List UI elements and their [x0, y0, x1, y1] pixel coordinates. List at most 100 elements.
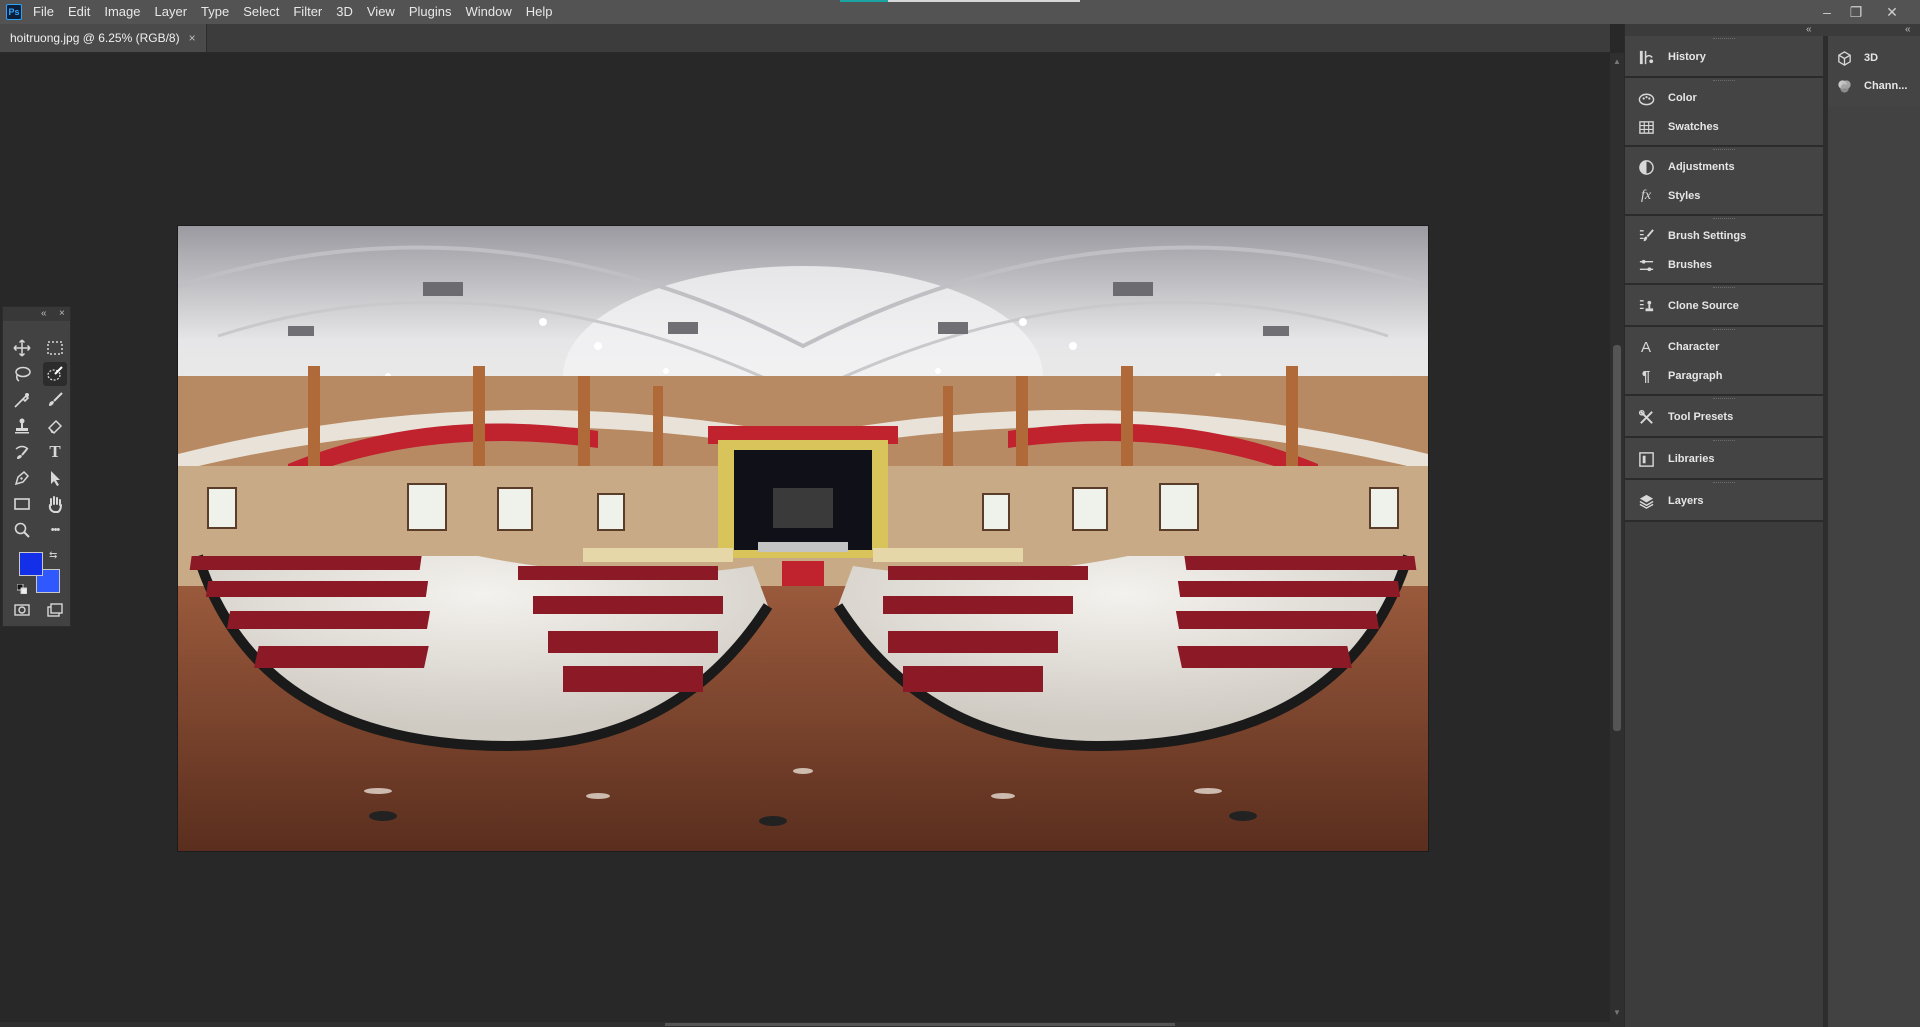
move-tool[interactable]	[10, 336, 34, 360]
panel-color-label: Color	[1668, 92, 1697, 104]
scroll-down-icon[interactable]: ▼	[1612, 1008, 1622, 1018]
panel-layers[interactable]: Layers	[1625, 487, 1823, 515]
type-icon: T	[49, 442, 61, 461]
document-tab[interactable]: hoitruong.jpg @ 6.25% (RGB/8) ×	[0, 24, 207, 52]
panel-history-label: History	[1668, 51, 1706, 63]
clone-source-icon	[1639, 299, 1653, 311]
panel-libraries-label: Libraries	[1668, 453, 1715, 465]
panel-history[interactable]: History	[1625, 43, 1823, 71]
document-tab-bar: hoitruong.jpg @ 6.25% (RGB/8) ×	[0, 24, 1610, 53]
foreground-color-swatch[interactable]	[19, 552, 43, 576]
menu-plugins[interactable]: Plugins	[402, 0, 459, 24]
menu-filter[interactable]: Filter	[286, 0, 329, 24]
rectangle-tool[interactable]	[10, 492, 34, 516]
quick-selection-tool[interactable]	[43, 362, 67, 386]
tools-panel: « × T ••• ⇆	[2, 306, 71, 627]
hand-tool[interactable]	[43, 492, 67, 516]
close-tab-icon[interactable]: ×	[189, 31, 196, 45]
panel-layers-label: Layers	[1668, 495, 1704, 507]
swap-colors-icon[interactable]: ⇆	[49, 550, 57, 561]
menu-3d[interactable]: 3D	[329, 0, 360, 24]
menu-type[interactable]: Type	[194, 0, 236, 24]
more-tools[interactable]: •••	[43, 518, 67, 542]
menu-edit[interactable]: Edit	[61, 0, 97, 24]
panel-tool-presets[interactable]: Tool Presets	[1625, 403, 1823, 431]
rectangular-marquee-tool[interactable]	[43, 336, 67, 360]
channels-icon	[1837, 79, 1851, 93]
panel-clone-source[interactable]: Clone Source	[1625, 292, 1823, 320]
eyedropper-icon	[14, 393, 30, 408]
document-image[interactable]	[178, 226, 1428, 851]
panel-brush-settings[interactable]: Brush Settings	[1625, 222, 1823, 250]
panel-group-adjustments: Adjustments fx Styles	[1625, 147, 1823, 216]
panel-swatches-label: Swatches	[1668, 121, 1719, 133]
screen-mode[interactable]	[43, 598, 67, 622]
path-selection-tool[interactable]	[43, 466, 67, 490]
hand-icon	[48, 496, 62, 513]
lasso-icon	[15, 366, 31, 382]
vertical-scrollbar[interactable]: ▲ ▼	[1610, 53, 1624, 1022]
cube-icon	[1837, 50, 1851, 66]
horizontal-scroll-thumb[interactable]	[665, 1023, 1175, 1026]
document-tab-title: hoitruong.jpg @ 6.25% (RGB/8)	[10, 31, 180, 45]
horizontal-scrollbar[interactable]	[0, 1022, 1624, 1027]
photoshop-logo-icon: Ps	[6, 4, 22, 20]
panel-group-color: Color Swatches	[1625, 78, 1823, 147]
tool-presets-icon	[1638, 409, 1653, 424]
panel-character[interactable]: A Character	[1625, 333, 1823, 361]
ellipsis-icon: •••	[50, 524, 61, 536]
menu-help[interactable]: Help	[519, 0, 560, 24]
panel-styles[interactable]: fx Styles	[1625, 182, 1823, 210]
panel-libraries[interactable]: Libraries	[1625, 445, 1823, 473]
panel-color[interactable]: Color	[1625, 84, 1823, 112]
panel-swatches[interactable]: Swatches	[1625, 113, 1823, 141]
panorama-photo	[178, 226, 1428, 851]
panel-paragraph[interactable]: ¶ Paragraph	[1625, 362, 1823, 390]
vertical-scroll-thumb[interactable]	[1613, 345, 1621, 731]
history-brush-tool[interactable]	[10, 440, 34, 464]
quick-mask-icon	[14, 604, 30, 616]
close-window-button[interactable]: ✕	[1878, 0, 1906, 24]
close-tools-icon[interactable]: ×	[59, 307, 65, 321]
quick-mask-mode[interactable]	[10, 598, 34, 622]
menu-window[interactable]: Window	[458, 0, 518, 24]
panel-adjustments[interactable]: Adjustments	[1625, 153, 1823, 181]
restore-button[interactable]: ❐	[1842, 0, 1870, 24]
lasso-tool[interactable]	[10, 362, 34, 386]
panel-3d[interactable]: 3D	[1828, 44, 1920, 72]
panel-group-libraries: Libraries	[1625, 438, 1823, 480]
panel-paragraph-label: Paragraph	[1668, 370, 1723, 382]
panel-channels[interactable]: Chann...	[1828, 72, 1920, 100]
eraser-tool[interactable]	[43, 414, 67, 438]
menu-view[interactable]: View	[360, 0, 402, 24]
menu-select[interactable]: Select	[236, 0, 286, 24]
menu-image[interactable]: Image	[97, 0, 147, 24]
collapse-side-panels-icon[interactable]: «	[1905, 24, 1911, 35]
default-colors-icon[interactable]	[17, 584, 27, 594]
quick-selection-icon	[47, 366, 63, 381]
scroll-up-icon[interactable]: ▲	[1612, 57, 1622, 67]
panel-brushes[interactable]: Brushes	[1625, 251, 1823, 279]
brush-tool[interactable]	[43, 388, 67, 412]
collapse-panels-icon[interactable]: «	[1806, 24, 1812, 35]
menu-layer[interactable]: Layer	[148, 0, 195, 24]
panel-adjustments-label: Adjustments	[1668, 161, 1735, 173]
clone-stamp-tool[interactable]	[10, 414, 34, 438]
pen-icon	[14, 470, 30, 486]
type-tool[interactable]: T	[43, 440, 67, 464]
zoom-tool[interactable]	[10, 518, 34, 542]
progress-indicator	[840, 0, 1080, 2]
swatches-grid-icon	[1638, 120, 1654, 134]
move-icon	[13, 339, 31, 357]
panel-group-3d: 3D Chann...	[1828, 36, 1920, 106]
pen-tool[interactable]	[10, 466, 34, 490]
panel-group-layers: Layers	[1625, 480, 1823, 522]
menu-file[interactable]: File	[26, 0, 61, 24]
eyedropper-tool[interactable]	[10, 388, 34, 412]
character-icon: A	[1640, 338, 1651, 356]
menu-bar: Ps File Edit Image Layer Type Select Fil…	[0, 0, 1920, 24]
collapse-tools-icon[interactable]: «	[41, 307, 47, 321]
screen-mode-icon	[47, 603, 63, 617]
minimize-button[interactable]: –	[1813, 0, 1841, 24]
tools-panel-header[interactable]: « ×	[3, 307, 70, 321]
